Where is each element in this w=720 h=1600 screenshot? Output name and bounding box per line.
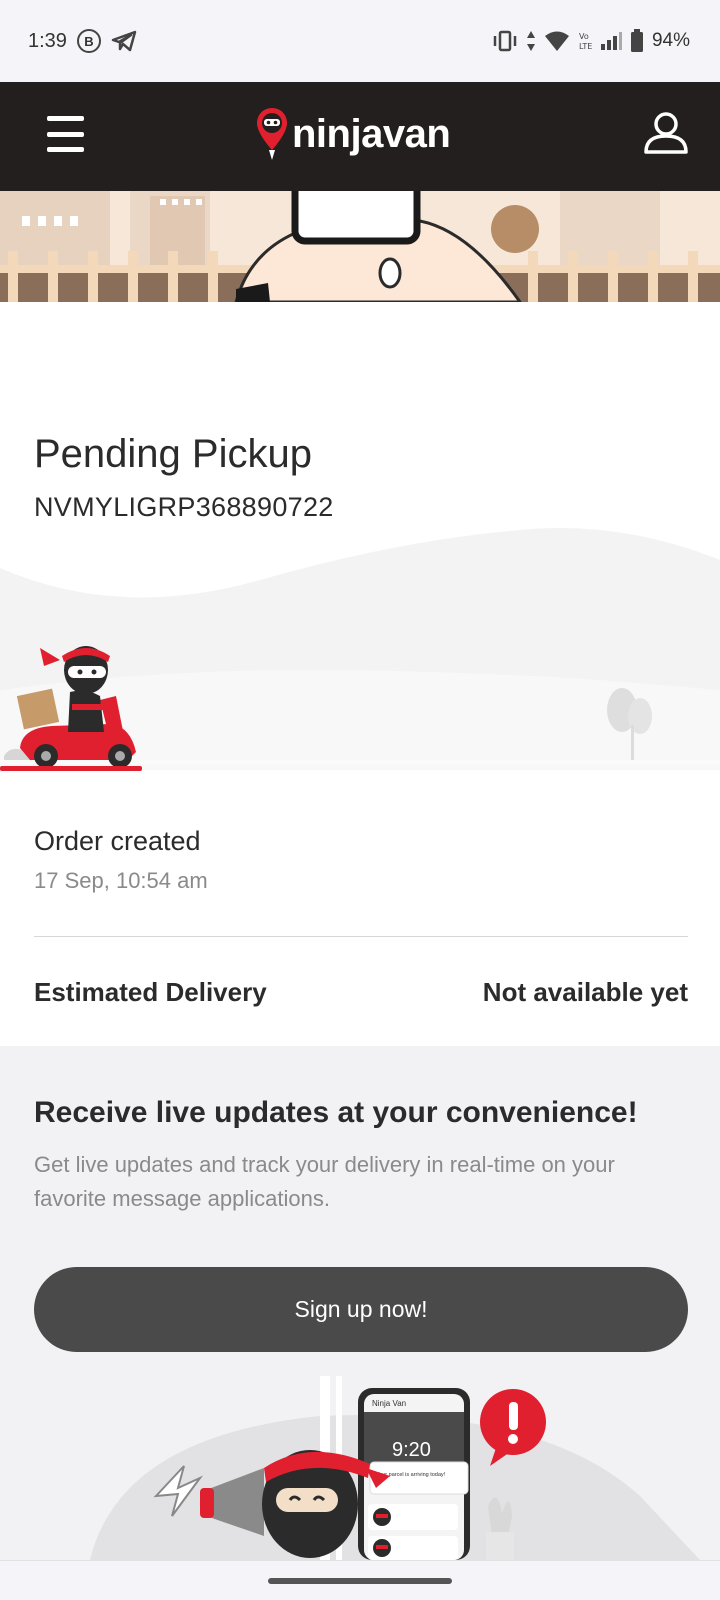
wifi-icon [544,31,569,51]
ninja-megaphone-illustration: Ninja Van 9:20 Your parcel is arriving t… [80,1376,720,1560]
user-icon [644,112,688,154]
hamburger-menu-button[interactable] [47,116,84,152]
b-notification-icon: B [76,29,101,53]
status-left: 1:39 B [28,29,137,53]
tracking-event-time: 17 Sep, 10:54 am [34,868,208,893]
system-navigation-bar [0,1560,720,1600]
section-divider [34,936,688,937]
phone-time: 9:20 [392,1439,431,1461]
map-pin-logo-icon [257,108,287,160]
logo-text: ninjavan [292,111,451,156]
shipment-status-title: Pending Pickup [34,432,312,476]
home-gesture-handle[interactable] [268,1578,452,1584]
phone-brand: Ninja Van [372,1399,406,1408]
hero-banner-illustration [0,191,720,302]
tracking-number: NVMYLIGRP368890722 [34,492,334,522]
estimated-delivery-label: Estimated Delivery [34,977,267,1007]
live-updates-section: Receive live updates at your convenience… [0,1046,720,1560]
estimated-delivery-value: Not available yet [482,977,688,1007]
sign-up-button[interactable]: Sign up now! [34,1267,688,1352]
profile-button[interactable] [643,110,689,156]
data-arrows-icon [526,31,535,51]
battery-percent: 94% [651,30,690,51]
status-time: 1:39 [28,29,67,52]
svg-text:LTE: LTE [579,42,592,51]
signal-icon [600,32,622,50]
vibrate-icon [493,30,517,52]
telegram-icon [111,30,137,52]
ninjavan-logo: ninjavan [256,106,451,162]
status-right: Vo LTE 94% [492,29,690,53]
app-header: ninjavan [0,82,720,191]
live-updates-title: Receive live updates at your convenience… [34,1096,638,1129]
tracking-event-title: Order created [34,826,201,856]
volte-icon: Vo LTE [579,32,592,51]
ninja-scooter-illustration [0,520,720,790]
live-updates-description: Get live updates and track your delivery… [34,1152,615,1211]
status-bar: 1:39 B Vo LTE 94% [0,0,720,82]
battery-icon [630,29,643,52]
svg-text:Vo: Vo [579,32,589,41]
